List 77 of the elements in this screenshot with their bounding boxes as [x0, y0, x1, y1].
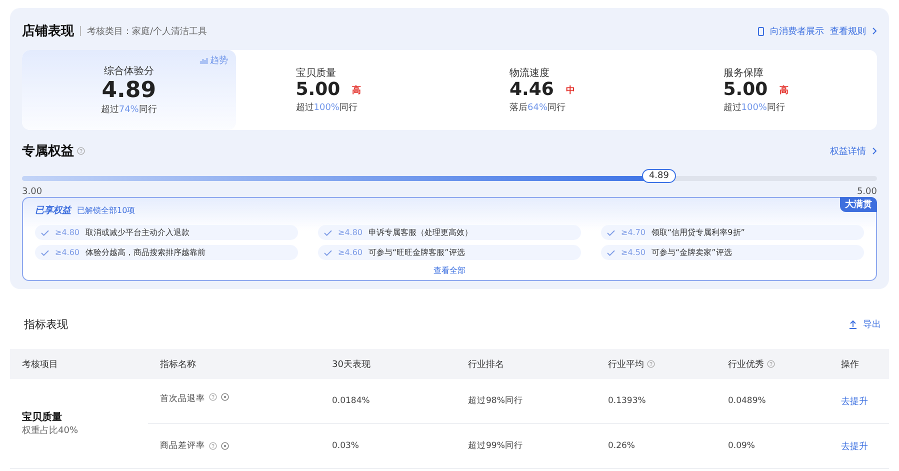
group-weight: 权重占比40%	[22, 424, 80, 437]
grade-label: 高	[780, 84, 789, 97]
section-title: 店铺表现	[22, 22, 74, 40]
view-all-link[interactable]: 查看全部	[35, 265, 864, 276]
table-cell: 0.26%	[608, 441, 636, 451]
check-icon	[324, 250, 332, 256]
table-cell: 0.0184%	[332, 396, 370, 406]
rules-link[interactable]: 查看规则	[830, 24, 866, 38]
benefit-item: ≥4.80 申诉专属客服（处理更高效）	[318, 225, 581, 240]
upload-icon	[849, 320, 857, 328]
benefit-item: ≥4.80 取消或减少平台主动介入退款	[35, 225, 298, 240]
table-cell: 超过99%同行	[468, 440, 523, 452]
chevron-icon	[872, 27, 877, 35]
table-cell: 0.09%	[728, 441, 756, 451]
check-icon	[41, 250, 49, 256]
help-icon[interactable]	[77, 147, 85, 155]
table-cell: 超过98%同行	[468, 395, 523, 407]
table-cell: 0.0489%	[728, 396, 766, 406]
column-header: 行业平均	[596, 349, 716, 379]
chart-icon	[200, 56, 208, 64]
category-label: 考核类目：家庭/个人清洁工具	[87, 26, 208, 38]
phone-icon	[758, 26, 764, 36]
score-value: 5.00	[296, 80, 340, 101]
chevron-icon	[872, 147, 877, 155]
target-icon[interactable]	[221, 442, 229, 450]
group-name: 宝贝质量	[22, 410, 63, 424]
peer-comparison: 超过100%同行	[723, 102, 785, 114]
benefit-item: ≥4.70 领取“信用贷专属利率9折”	[601, 225, 864, 240]
box-title: 已享权益	[35, 204, 71, 217]
check-icon	[324, 230, 332, 236]
metric-name: 首次品退率	[160, 393, 205, 405]
export-button[interactable]: 导出	[863, 318, 881, 330]
score-label: 服务保障	[723, 66, 764, 80]
section-title: 专属权益	[22, 143, 74, 160]
section-title: 指标表现	[24, 316, 68, 332]
peer-comparison: 超过100%同行	[296, 102, 358, 114]
column-header: 行业优秀	[716, 349, 829, 379]
check-icon	[607, 230, 615, 236]
table-cell: 0.1393%	[608, 396, 646, 406]
target-icon[interactable]	[221, 393, 229, 401]
badge: 大满贯	[840, 197, 877, 212]
help-icon[interactable]	[767, 360, 775, 368]
column-header: 操作	[829, 349, 889, 379]
score-value: 4.46	[510, 80, 554, 101]
benefit-item: ≥4.50 可参与“金牌卖家”评选	[601, 245, 864, 260]
score-value: 4.89	[102, 78, 156, 104]
trend-link[interactable]: 趋势	[210, 54, 228, 67]
improve-link[interactable]: 去提升	[841, 440, 868, 452]
score-label: 宝贝质量	[296, 66, 336, 80]
benefit-details-link[interactable]: 权益详情	[830, 144, 866, 158]
help-icon[interactable]	[209, 442, 217, 450]
score-label: 综合体验分	[104, 64, 154, 78]
table-cell: 0.03%	[332, 441, 360, 451]
score-bubble: 4.89	[642, 169, 676, 183]
column-header: 考核项目	[10, 349, 148, 379]
max-label: 5.00	[856, 187, 877, 197]
help-icon[interactable]	[209, 393, 217, 401]
min-label: 3.00	[22, 187, 42, 197]
improve-link[interactable]: 去提升	[841, 394, 868, 408]
box-subtitle: 已解锁全部10项	[77, 205, 136, 216]
column-header: 行业排名	[456, 349, 596, 379]
grade-label: 中	[566, 84, 575, 97]
score-value: 5.00	[723, 80, 768, 101]
check-icon	[41, 230, 49, 236]
benefit-item: ≥4.60 体验分越高，商品搜索排序越靠前	[35, 245, 298, 260]
column-header: 指标名称	[148, 349, 320, 379]
peer-comparison: 落后64%同行	[510, 102, 566, 114]
metric-name: 商品差评率	[160, 440, 205, 452]
check-icon	[607, 250, 615, 256]
peer-comparison: 超过74%同行	[100, 104, 157, 116]
score-label: 物流速度	[510, 66, 550, 80]
column-header: 30天表现	[320, 349, 456, 379]
benefit-item: ≥4.60 可参与“旺旺金牌客服”评选	[318, 245, 581, 260]
consumer-display-link[interactable]: 向消费者展示	[770, 24, 824, 38]
grade-label: 高	[352, 84, 362, 97]
help-icon[interactable]	[647, 360, 655, 368]
score-card[interactable]: 趋势 综合体验分 4.89 超过74%同行	[22, 50, 236, 130]
